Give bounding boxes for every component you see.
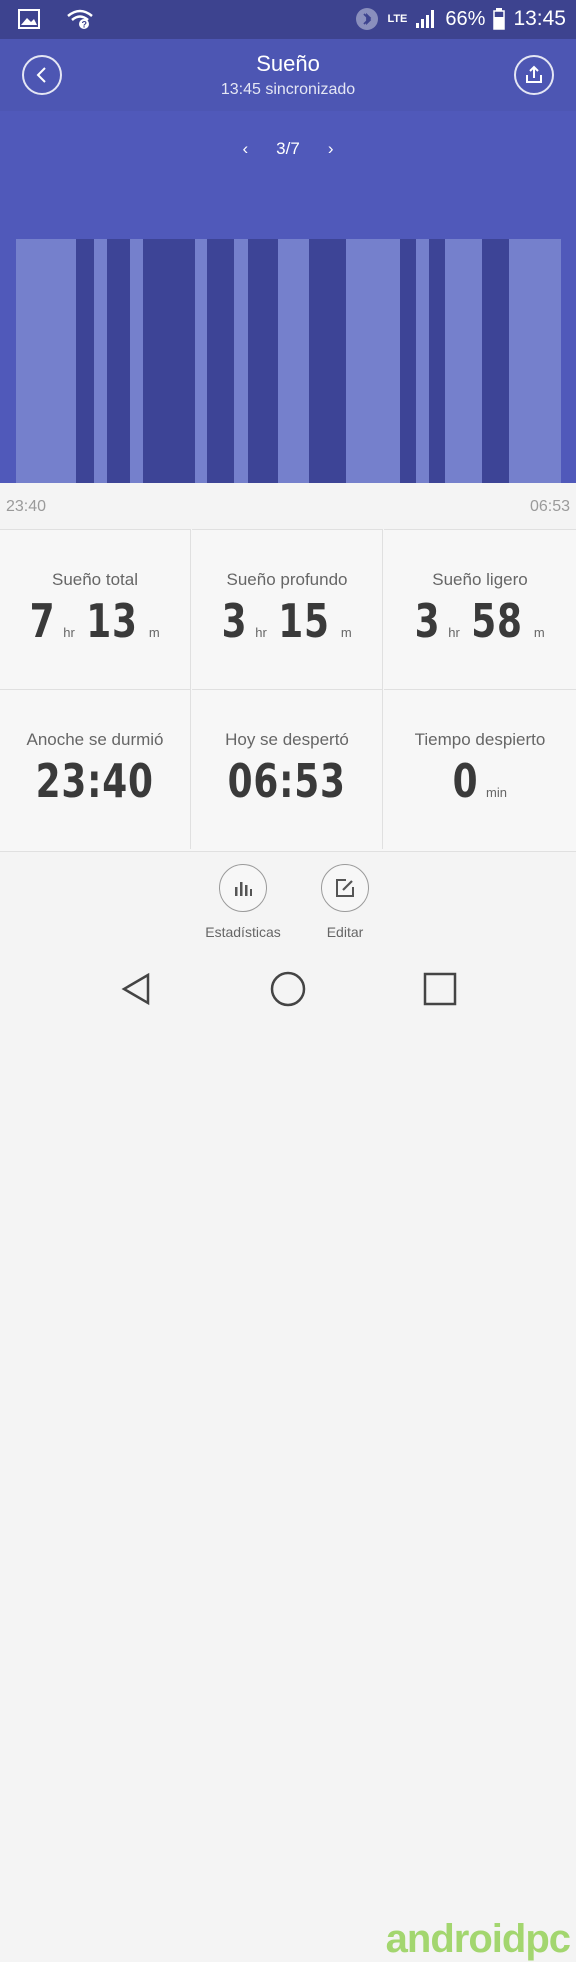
nav-home-icon[interactable] bbox=[268, 969, 308, 1009]
action-bar: Estadísticas Editar bbox=[0, 851, 576, 956]
unit-minutes: m bbox=[533, 625, 545, 640]
stat-fell-asleep: Anoche se durmió 23:40 bbox=[0, 689, 191, 849]
status-bar: ? LTE 66% 13:45 bbox=[0, 0, 576, 39]
edit-icon bbox=[336, 879, 354, 897]
stat-value: 23:40 bbox=[0, 754, 190, 808]
light-sleep-segment bbox=[445, 239, 482, 483]
stat-minutes: 15 bbox=[278, 594, 330, 648]
sync-status: 13:45 sincronizado bbox=[220, 81, 356, 98]
stat-minutes: 58 bbox=[471, 594, 523, 648]
stat-label: Tiempo despierto bbox=[414, 730, 546, 749]
watermark-logo: androidpc bbox=[385, 1917, 571, 1961]
stat-minutes: 13 bbox=[86, 594, 138, 648]
sleep-timeline bbox=[16, 239, 561, 483]
nav-back-icon[interactable] bbox=[116, 969, 156, 1009]
time-axis: 23:40 06:53 bbox=[0, 483, 576, 529]
signal-icon bbox=[416, 10, 435, 28]
next-day-button[interactable]: › bbox=[328, 139, 334, 158]
bar-chart-icon bbox=[235, 882, 252, 896]
deep-sleep-segment bbox=[76, 239, 94, 483]
sleep-chart: ‹ 3/7 › bbox=[0, 111, 576, 483]
statistics-button[interactable]: Estadísticas bbox=[193, 864, 293, 940]
gallery-icon bbox=[18, 9, 40, 29]
stat-total-sleep: Sueño total 7 hr 13 m bbox=[0, 529, 191, 689]
stat-hours: 3 bbox=[414, 594, 441, 648]
stat-woke-up: Hoy se despertó 06:53 bbox=[192, 689, 383, 849]
clock: 13:45 bbox=[513, 7, 566, 30]
deep-sleep-segment bbox=[429, 239, 445, 483]
unit-hours: hr bbox=[448, 625, 460, 640]
system-nav-bar: androidpc bbox=[0, 955, 576, 1961]
light-sleep-segment bbox=[278, 239, 309, 483]
stat-light-sleep: Sueño ligero 3 hr 58 m bbox=[384, 529, 576, 689]
light-sleep-segment bbox=[195, 239, 207, 483]
share-button[interactable] bbox=[514, 55, 554, 95]
stats-grid: Sueño total 7 hr 13 m Sueño profundo 3 hr 15 m… bbox=[0, 529, 576, 851]
unit-min: min bbox=[486, 785, 507, 800]
light-sleep-segment bbox=[234, 239, 248, 483]
deep-sleep-segment bbox=[482, 239, 509, 483]
edit-label: Editar bbox=[326, 924, 364, 940]
nav-recents-icon[interactable] bbox=[420, 969, 460, 1009]
stat-label: Sueño profundo bbox=[226, 570, 348, 589]
stat-deep-sleep: Sueño profundo 3 hr 15 m bbox=[192, 529, 383, 689]
stat-hours: 3 bbox=[221, 594, 248, 648]
stat-hours: 7 bbox=[29, 594, 56, 648]
stat-time: 06:53 bbox=[227, 754, 347, 808]
day-pager: ‹ 3/7 › bbox=[0, 139, 576, 159]
prev-day-button[interactable]: ‹ bbox=[243, 139, 249, 158]
day-counter: 3/7 bbox=[276, 139, 300, 158]
sleep-end-time: 06:53 bbox=[529, 498, 570, 515]
light-sleep-segment bbox=[509, 239, 561, 483]
unit-hours: hr bbox=[63, 625, 75, 640]
stat-value: 3 hr 58 m bbox=[384, 594, 576, 648]
stat-value: 06:53 bbox=[192, 754, 382, 808]
stat-value: 0 min bbox=[384, 754, 576, 808]
unit-minutes: m bbox=[340, 625, 352, 640]
light-sleep-segment bbox=[416, 239, 429, 483]
unit-minutes: m bbox=[148, 625, 160, 640]
deep-sleep-segment bbox=[143, 239, 195, 483]
bluetooth-icon bbox=[356, 8, 379, 30]
upload-icon bbox=[526, 65, 542, 83]
deep-sleep-segment bbox=[400, 239, 416, 483]
stat-time: 23:40 bbox=[35, 754, 155, 808]
light-sleep-segment bbox=[94, 239, 107, 483]
stat-value: 7 hr 13 m bbox=[0, 594, 190, 648]
battery-icon bbox=[493, 8, 506, 30]
light-sleep-segment bbox=[346, 239, 400, 483]
stat-value: 3 hr 15 m bbox=[192, 594, 382, 648]
stat-label: Sueño total bbox=[51, 570, 138, 589]
page-title: Sueño bbox=[256, 51, 320, 76]
deep-sleep-segment bbox=[207, 239, 234, 483]
battery-percent: 66% bbox=[445, 7, 486, 30]
light-sleep-segment bbox=[130, 239, 143, 483]
stat-label: Sueño ligero bbox=[432, 570, 528, 589]
edit-ring bbox=[321, 864, 369, 912]
unit-hours: hr bbox=[255, 625, 267, 640]
network-type: LTE bbox=[387, 13, 408, 25]
deep-sleep-segment bbox=[309, 239, 346, 483]
statistics-ring bbox=[219, 864, 267, 912]
svg-text:?: ? bbox=[82, 20, 88, 30]
light-sleep-segment bbox=[16, 239, 76, 483]
stat-awake-value: 0 bbox=[452, 754, 479, 808]
statistics-label: Estadísticas bbox=[205, 924, 281, 940]
wifi-icon: ? bbox=[67, 9, 93, 30]
stat-label: Hoy se despertó bbox=[225, 730, 349, 749]
deep-sleep-segment bbox=[107, 239, 130, 483]
stat-awake-time: Tiempo despierto 0 min bbox=[384, 689, 576, 849]
edit-button[interactable]: Editar bbox=[295, 864, 395, 940]
stat-label: Anoche se durmió bbox=[26, 730, 164, 749]
app-header: Sueño 13:45 sincronizado bbox=[0, 39, 576, 111]
sleep-start-time: 23:40 bbox=[6, 498, 47, 515]
deep-sleep-segment bbox=[248, 239, 278, 483]
